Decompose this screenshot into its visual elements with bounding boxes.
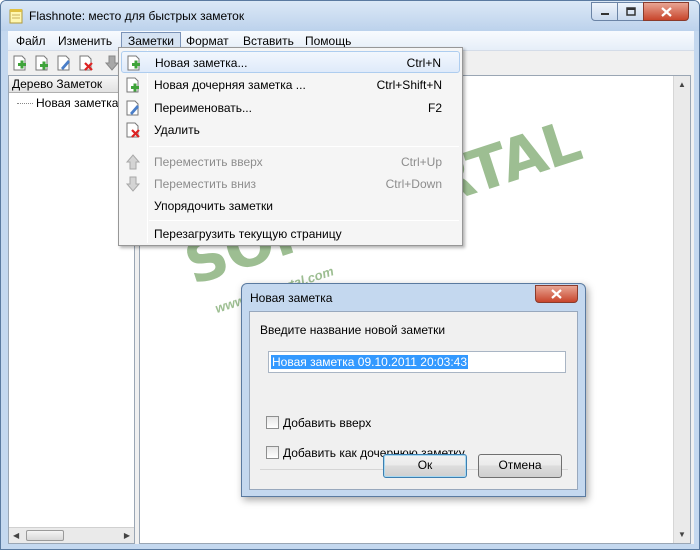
notes-tree-panel: Дерево Заметок Новая заметка ◀ ▶: [8, 75, 135, 544]
minimize-icon: [600, 12, 609, 15]
menu-item-move-up[interactable]: Переместить вверх Ctrl+Up: [121, 151, 460, 173]
menu-item-label: Перезагрузить текущую страницу: [154, 227, 342, 241]
menu-item-label: Удалить: [154, 123, 200, 137]
close-icon: [660, 6, 672, 17]
menu-item-label: Переместить вниз: [154, 177, 257, 191]
tree-header: Дерево Заметок: [9, 76, 134, 93]
menu-item-shortcut: F2: [427, 101, 442, 115]
minimize-button[interactable]: [591, 2, 618, 21]
tree-item[interactable]: Новая заметка: [17, 96, 118, 110]
notepad-app-icon: [9, 9, 23, 24]
menu-item-reload-page[interactable]: Перезагрузить текущую страницу: [121, 223, 460, 245]
close-button[interactable]: [643, 2, 689, 21]
ok-button[interactable]: Ок: [383, 454, 467, 478]
menu-item-move-down[interactable]: Переместить вниз Ctrl+Down: [121, 173, 460, 195]
menu-item-label: Переименовать...: [154, 101, 252, 115]
delete-note-icon[interactable]: [78, 55, 94, 71]
add-top-checkbox-row[interactable]: Добавить вверх: [266, 416, 371, 430]
note-name-input[interactable]: Новая заметка 09.10.2011 20:03:43: [268, 351, 566, 373]
dialog-prompt: Введите название новой заметки: [260, 323, 446, 337]
menu-item-rename[interactable]: Переименовать... F2: [121, 97, 460, 119]
close-icon: [551, 289, 562, 299]
menu-item-sort-notes[interactable]: Упорядочить заметки: [121, 195, 460, 217]
menu-edit[interactable]: Изменить: [52, 32, 118, 50]
menu-item-new-child-note[interactable]: Новая дочерняя заметка ... Ctrl+Shift+N: [121, 74, 460, 96]
scroll-thumb[interactable]: [26, 530, 64, 541]
menu-item-delete[interactable]: Удалить: [121, 119, 460, 141]
arrow-up-icon: [125, 154, 141, 170]
dialog-close-button[interactable]: [535, 285, 578, 303]
delete-note-icon: [126, 122, 140, 138]
scroll-left-icon[interactable]: ◀: [13, 531, 19, 540]
dialog-title: Новая заметка: [250, 291, 333, 305]
add-top-checkbox[interactable]: [266, 416, 279, 429]
menu-file[interactable]: Файл: [10, 32, 52, 50]
window-title: Flashnote: место для быстрых заметок: [29, 9, 245, 23]
maximize-icon: [625, 7, 636, 16]
editor-vertical-scrollbar[interactable]: ▲ ▼: [673, 76, 690, 543]
maximize-button[interactable]: [617, 2, 644, 21]
cancel-button[interactable]: Отмена: [478, 454, 562, 478]
menu-item-shortcut: Ctrl+N: [406, 56, 441, 70]
arrow-down-icon: [125, 176, 141, 192]
menu-separator: [149, 146, 459, 147]
rename-icon[interactable]: [56, 55, 72, 71]
menu-item-label: Переместить вверх: [154, 155, 263, 169]
scroll-up-icon[interactable]: ▲: [678, 80, 686, 89]
new-note-icon: [127, 55, 140, 71]
new-note-dialog: Новая заметка Введите название новой зам…: [241, 283, 586, 497]
title-bar[interactable]: Flashnote: место для быстрых заметок: [1, 1, 699, 31]
menu-item-shortcut: Ctrl+Shift+N: [376, 78, 442, 92]
rename-icon: [126, 100, 139, 116]
tree-horizontal-scrollbar[interactable]: ◀ ▶: [9, 527, 134, 543]
menu-item-new-note[interactable]: Новая заметка... Ctrl+N: [121, 51, 460, 73]
scroll-right-icon[interactable]: ▶: [124, 531, 130, 540]
new-child-note-icon[interactable]: [34, 55, 50, 71]
add-child-checkbox[interactable]: [266, 446, 279, 459]
menu-item-label: Новая заметка...: [155, 56, 248, 70]
note-name-value: Новая заметка 09.10.2011 20:03:43: [271, 355, 469, 369]
new-child-note-icon: [126, 77, 139, 93]
tree-item-label: Новая заметка: [36, 96, 119, 110]
menu-item-label: Упорядочить заметки: [154, 199, 273, 213]
menu-item-shortcut: Ctrl+Up: [400, 155, 442, 169]
new-note-icon[interactable]: [12, 55, 28, 71]
menu-separator: [149, 220, 459, 221]
notes-dropdown-menu: Новая заметка... Ctrl+N Новая дочерняя з…: [118, 47, 463, 246]
menu-item-shortcut: Ctrl+Down: [385, 177, 442, 191]
scroll-down-icon[interactable]: ▼: [678, 530, 686, 539]
tree-connector: [17, 103, 33, 105]
add-top-label: Добавить вверх: [283, 416, 372, 430]
menu-item-label: Новая дочерняя заметка ...: [154, 78, 306, 92]
